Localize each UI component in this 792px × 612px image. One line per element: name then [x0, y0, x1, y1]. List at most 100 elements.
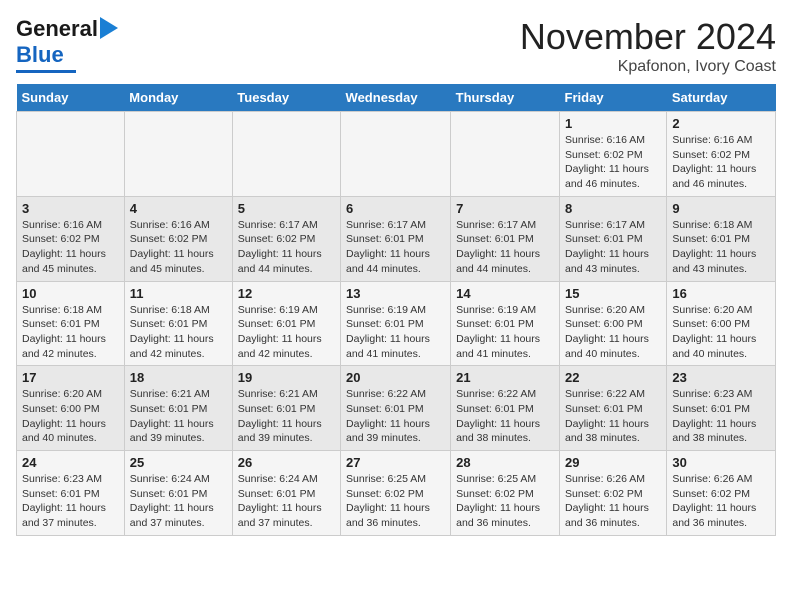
calendar-table: SundayMondayTuesdayWednesdayThursdayFrid… [16, 84, 776, 536]
calendar-cell: 16 Sunrise: 6:20 AM Sunset: 6:00 PM Dayli… [667, 281, 776, 366]
page-header: General Blue November 2024 Kpafonon, Ivo… [16, 16, 776, 76]
day-number: 5 [238, 201, 335, 216]
calendar-cell: 30 Sunrise: 6:26 AM Sunset: 6:02 PM Dayli… [667, 451, 776, 536]
calendar-cell: 13 Sunrise: 6:19 AM Sunset: 6:01 PM Dayli… [341, 281, 451, 366]
weekday-header-sunday: Sunday [17, 84, 125, 112]
calendar-cell: 5 Sunrise: 6:17 AM Sunset: 6:02 PM Daylig… [232, 196, 340, 281]
calendar-cell: 2 Sunrise: 6:16 AM Sunset: 6:02 PM Daylig… [667, 112, 776, 197]
calendar-cell: 4 Sunrise: 6:16 AM Sunset: 6:02 PM Daylig… [124, 196, 232, 281]
day-info: Sunrise: 6:18 AM Sunset: 6:01 PM Dayligh… [672, 218, 770, 277]
calendar-cell: 18 Sunrise: 6:21 AM Sunset: 6:01 PM Dayli… [124, 366, 232, 451]
title-block: November 2024 Kpafonon, Ivory Coast [520, 16, 776, 76]
day-info: Sunrise: 6:25 AM Sunset: 6:02 PM Dayligh… [346, 472, 445, 531]
weekday-header-friday: Friday [560, 84, 667, 112]
day-info: Sunrise: 6:16 AM Sunset: 6:02 PM Dayligh… [22, 218, 119, 277]
day-info: Sunrise: 6:20 AM Sunset: 6:00 PM Dayligh… [672, 303, 770, 362]
day-number: 15 [565, 286, 661, 301]
day-info: Sunrise: 6:17 AM Sunset: 6:01 PM Dayligh… [565, 218, 661, 277]
calendar-cell: 14Sunrise: 6:19 AM Sunset: 6:01 PM Dayli… [451, 281, 560, 366]
calendar-cell: 9 Sunrise: 6:18 AM Sunset: 6:01 PM Daylig… [667, 196, 776, 281]
logo-text-blue: Blue [16, 42, 64, 68]
calendar-cell: 11 Sunrise: 6:18 AM Sunset: 6:01 PM Dayli… [124, 281, 232, 366]
day-number: 17 [22, 370, 119, 385]
day-info: Sunrise: 6:19 AM Sunset: 6:01 PM Dayligh… [346, 303, 445, 362]
day-number: 21 [456, 370, 554, 385]
calendar-cell: 25 Sunrise: 6:24 AM Sunset: 6:01 PM Dayli… [124, 451, 232, 536]
day-info: Sunrise: 6:17 AM Sunset: 6:01 PM Dayligh… [346, 218, 445, 277]
day-number: 16 [672, 286, 770, 301]
day-info: Sunrise: 6:17 AM Sunset: 6:01 PM Dayligh… [456, 218, 554, 277]
day-number: 28 [456, 455, 554, 470]
day-number: 9 [672, 201, 770, 216]
calendar-cell: 17 Sunrise: 6:20 AM Sunset: 6:00 PM Dayli… [17, 366, 125, 451]
day-number: 25 [130, 455, 227, 470]
calendar-cell: 24Sunrise: 6:23 AM Sunset: 6:01 PM Dayli… [17, 451, 125, 536]
calendar-cell: 29 Sunrise: 6:26 AM Sunset: 6:02 PM Dayli… [560, 451, 667, 536]
weekday-header-monday: Monday [124, 84, 232, 112]
day-number: 6 [346, 201, 445, 216]
day-number: 1 [565, 116, 661, 131]
calendar-cell: 7Sunrise: 6:17 AM Sunset: 6:01 PM Daylig… [451, 196, 560, 281]
calendar-cell: 15 Sunrise: 6:20 AM Sunset: 6:00 PM Dayli… [560, 281, 667, 366]
day-info: Sunrise: 6:25 AM Sunset: 6:02 PM Dayligh… [456, 472, 554, 531]
page-subtitle: Kpafonon, Ivory Coast [520, 58, 776, 76]
calendar-cell: 10 Sunrise: 6:18 AM Sunset: 6:01 PM Dayli… [17, 281, 125, 366]
day-number: 27 [346, 455, 445, 470]
weekday-header-saturday: Saturday [667, 84, 776, 112]
day-number: 30 [672, 455, 770, 470]
day-info: Sunrise: 6:22 AM Sunset: 6:01 PM Dayligh… [565, 387, 661, 446]
logo-text-general: General [16, 16, 98, 42]
calendar-cell [341, 112, 451, 197]
calendar-cell: 6 Sunrise: 6:17 AM Sunset: 6:01 PM Daylig… [341, 196, 451, 281]
day-number: 24 [22, 455, 119, 470]
calendar-cell [124, 112, 232, 197]
calendar-cell: 21Sunrise: 6:22 AM Sunset: 6:01 PM Dayli… [451, 366, 560, 451]
calendar-cell [17, 112, 125, 197]
calendar-cell: 1Sunrise: 6:16 AM Sunset: 6:02 PM Daylig… [560, 112, 667, 197]
day-number: 19 [238, 370, 335, 385]
day-number: 20 [346, 370, 445, 385]
day-number: 4 [130, 201, 227, 216]
day-number: 14 [456, 286, 554, 301]
day-info: Sunrise: 6:19 AM Sunset: 6:01 PM Dayligh… [238, 303, 335, 362]
weekday-header-wednesday: Wednesday [341, 84, 451, 112]
day-info: Sunrise: 6:16 AM Sunset: 6:02 PM Dayligh… [672, 133, 770, 192]
day-number: 8 [565, 201, 661, 216]
calendar-cell [232, 112, 340, 197]
day-info: Sunrise: 6:17 AM Sunset: 6:02 PM Dayligh… [238, 218, 335, 277]
day-number: 29 [565, 455, 661, 470]
day-info: Sunrise: 6:18 AM Sunset: 6:01 PM Dayligh… [22, 303, 119, 362]
weekday-header-row: SundayMondayTuesdayWednesdayThursdayFrid… [17, 84, 776, 112]
day-info: Sunrise: 6:18 AM Sunset: 6:01 PM Dayligh… [130, 303, 227, 362]
day-number: 11 [130, 286, 227, 301]
day-info: Sunrise: 6:20 AM Sunset: 6:00 PM Dayligh… [565, 303, 661, 362]
logo-triangle-icon [100, 17, 118, 39]
logo: General Blue [16, 16, 118, 73]
day-info: Sunrise: 6:20 AM Sunset: 6:00 PM Dayligh… [22, 387, 119, 446]
calendar-week-row: 1 Sunrise: 6:16 AM Sunset: 6:02 PM Daylig… [17, 112, 776, 197]
day-info: Sunrise: 6:26 AM Sunset: 6:02 PM Dayligh… [672, 472, 770, 531]
calendar-cell: 8 Sunrise: 6:17 AM Sunset: 6:01 PM Daylig… [560, 196, 667, 281]
day-info: Sunrise: 6:21 AM Sunset: 6:01 PM Dayligh… [130, 387, 227, 446]
calendar-cell: 22Sunrise: 6:22 AM Sunset: 6:01 PM Dayli… [560, 366, 667, 451]
day-number: 10 [22, 286, 119, 301]
day-number: 26 [238, 455, 335, 470]
day-info: Sunrise: 6:16 AM Sunset: 6:02 PM Dayligh… [130, 218, 227, 277]
page-title: November 2024 [520, 16, 776, 58]
day-number: 13 [346, 286, 445, 301]
calendar-week-row: 17 Sunrise: 6:20 AM Sunset: 6:00 PM Dayli… [17, 366, 776, 451]
day-info: Sunrise: 6:24 AM Sunset: 6:01 PM Dayligh… [238, 472, 335, 531]
calendar-cell [451, 112, 560, 197]
day-number: 12 [238, 286, 335, 301]
day-info: Sunrise: 6:24 AM Sunset: 6:01 PM Dayligh… [130, 472, 227, 531]
day-number: 18 [130, 370, 227, 385]
calendar-week-row: 10 Sunrise: 6:18 AM Sunset: 6:01 PM Dayli… [17, 281, 776, 366]
day-number: 3 [22, 201, 119, 216]
day-number: 2 [672, 116, 770, 131]
calendar-cell: 12 Sunrise: 6:19 AM Sunset: 6:01 PM Dayli… [232, 281, 340, 366]
weekday-header-tuesday: Tuesday [232, 84, 340, 112]
day-info: Sunrise: 6:21 AM Sunset: 6:01 PM Dayligh… [238, 387, 335, 446]
calendar-week-row: 3 Sunrise: 6:16 AM Sunset: 6:02 PM Daylig… [17, 196, 776, 281]
weekday-header-thursday: Thursday [451, 84, 560, 112]
day-info: Sunrise: 6:26 AM Sunset: 6:02 PM Dayligh… [565, 472, 661, 531]
